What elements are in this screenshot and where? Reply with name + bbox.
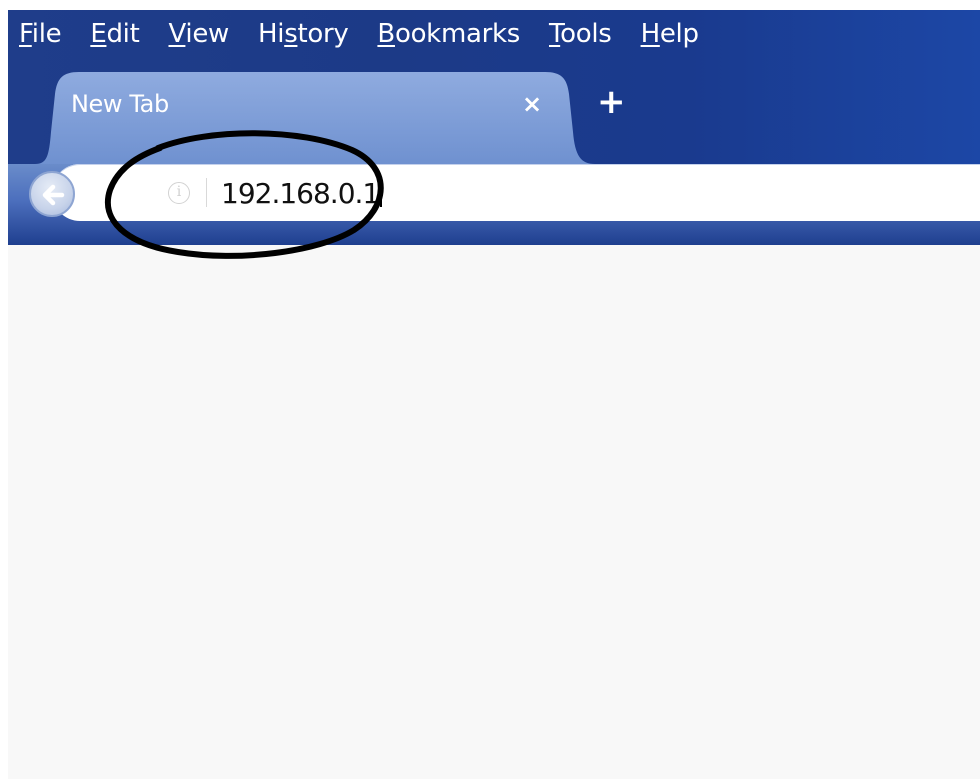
menu-file[interactable]: File <box>19 21 62 47</box>
text-caret <box>380 178 383 207</box>
url-bar[interactable]: i 192.168.0.1 <box>52 164 980 221</box>
browser-chrome: File Edit View History Bookmarks Tools H… <box>8 10 980 245</box>
close-icon[interactable]: × <box>522 90 542 118</box>
menu-tools[interactable]: Tools <box>549 21 612 47</box>
back-arrow-icon <box>42 184 65 206</box>
url-input[interactable]: 192.168.0.1 <box>221 178 383 208</box>
menu-history[interactable]: History <box>258 21 349 47</box>
browser-window: File Edit View History Bookmarks Tools H… <box>8 10 980 779</box>
navigation-bar: i 192.168.0.1 <box>8 164 980 245</box>
tab-shape <box>35 72 595 164</box>
menu-edit[interactable]: Edit <box>90 21 139 47</box>
menu-help[interactable]: Help <box>641 21 699 47</box>
info-icon[interactable]: i <box>168 182 190 204</box>
tab-new-tab[interactable]: New Tab × <box>35 72 595 164</box>
menu-view[interactable]: View <box>168 21 229 47</box>
page-content <box>8 245 980 779</box>
url-separator <box>206 178 207 207</box>
menu-bar: File Edit View History Bookmarks Tools H… <box>8 10 717 58</box>
menu-bookmarks[interactable]: Bookmarks <box>377 21 520 47</box>
tab-strip: New Tab × + <box>8 72 980 164</box>
back-button[interactable] <box>29 171 75 217</box>
tab-title: New Tab <box>71 90 169 118</box>
plus-icon[interactable]: + <box>597 85 626 119</box>
